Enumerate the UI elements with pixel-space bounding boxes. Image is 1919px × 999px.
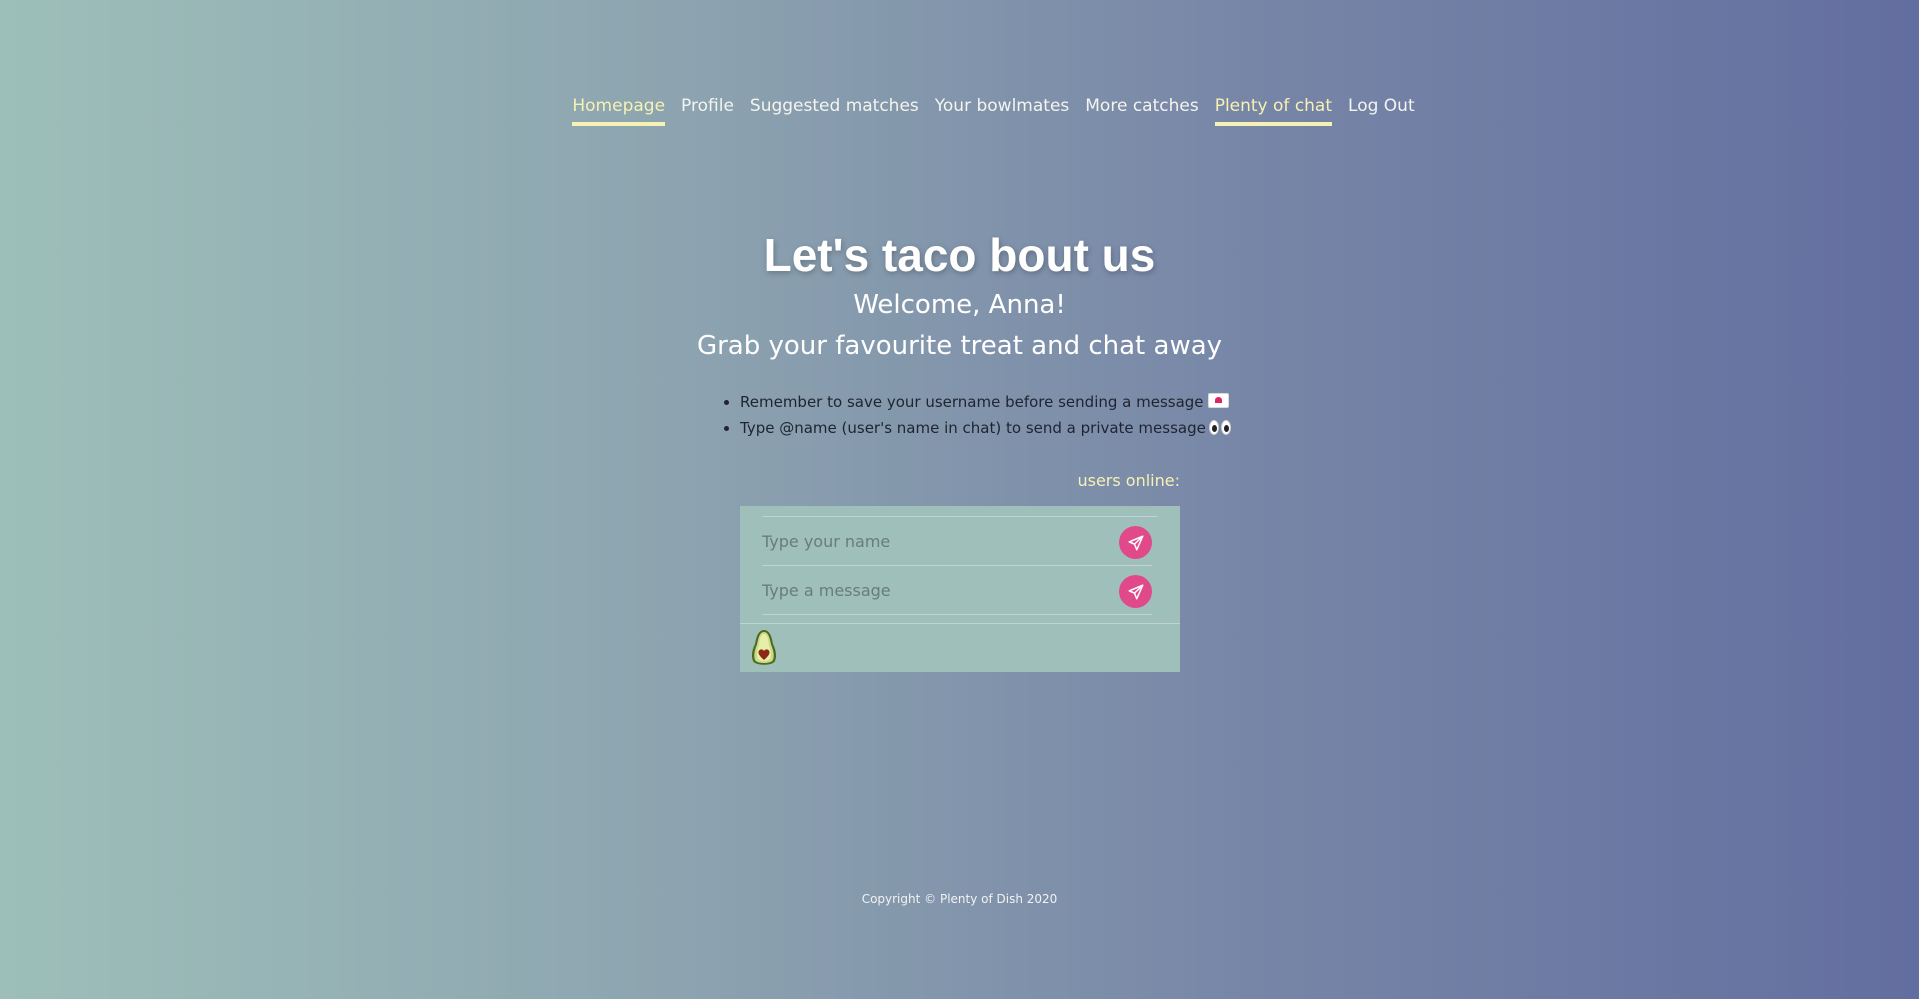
send-message-button[interactable] [1119,575,1152,608]
divider [740,623,1180,624]
page-title: Let's taco bout us [763,229,1156,281]
send-icon [1128,584,1143,599]
save-name-button[interactable] [1119,526,1152,559]
nav-profile[interactable]: Profile [681,96,734,126]
main-nav: Homepage Profile Suggested matches Your … [0,96,1919,126]
nav-your-bowlmates[interactable]: Your bowlmates [935,96,1069,126]
list-item: Type @name (user's name in chat) to send… [740,415,1231,441]
nav-homepage[interactable]: Homepage [572,96,666,126]
welcome-message: Welcome, Anna! [853,290,1066,320]
chat-panel [740,506,1180,672]
love-letter-icon [1207,393,1229,408]
tip-text: Type @name (user's name in chat) to send… [740,419,1206,437]
footer-copyright: Copyright © Plenty of Dish 2020 [861,892,1058,906]
nav-log-out[interactable]: Log Out [1348,96,1415,126]
nav-plenty-of-chat[interactable]: Plenty of chat [1214,96,1333,126]
chat-tips-list: Remember to save your username before se… [740,389,1231,441]
tip-text: Remember to save your username before se… [740,393,1204,411]
nav-more-catches[interactable]: More catches [1085,96,1198,126]
page-tagline: Grab your favourite treat and chat away [696,331,1223,361]
users-online-label: users online: [1077,471,1180,490]
name-form [762,517,1152,566]
name-input[interactable] [762,517,1102,565]
nav-suggested-matches[interactable]: Suggested matches [750,96,919,126]
message-input[interactable] [762,566,1102,614]
eyes-icon [1208,420,1231,435]
message-form [762,566,1152,615]
send-icon [1128,535,1143,550]
avocado-icon [751,630,777,665]
list-item: Remember to save your username before se… [740,389,1231,415]
